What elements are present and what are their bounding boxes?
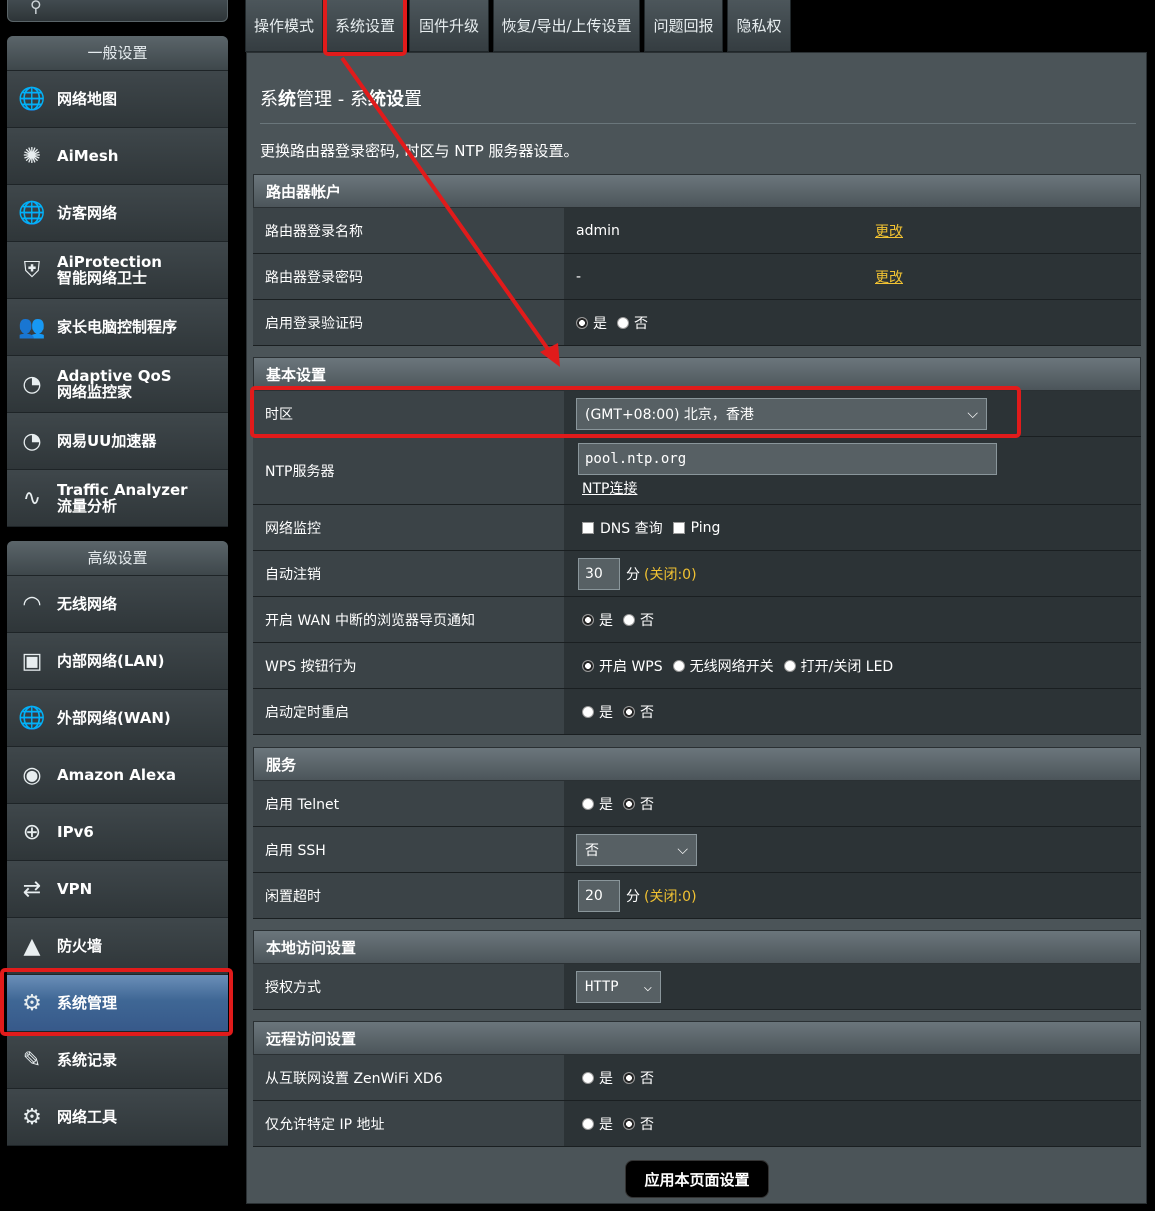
annotation-arrow [340, 56, 560, 367]
